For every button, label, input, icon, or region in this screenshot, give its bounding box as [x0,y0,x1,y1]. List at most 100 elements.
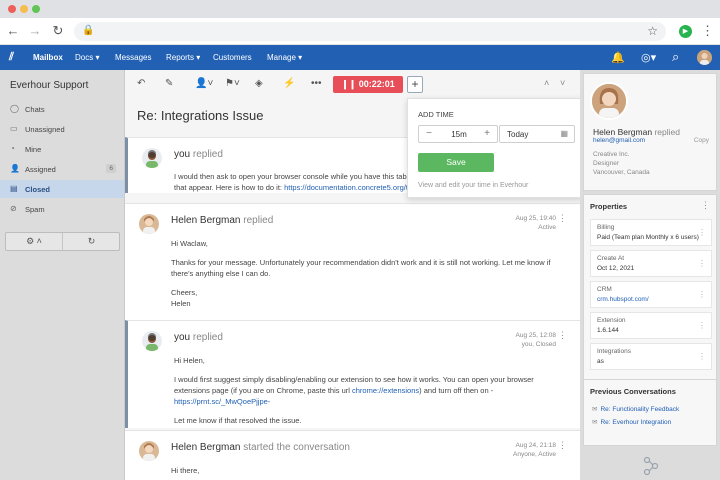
search-icon[interactable]: ⌕ [672,49,679,65]
customer-sidebar: Helen Bergman replied helen@gmail.com Co… [580,70,720,480]
nav-messages[interactable]: Messages [115,53,151,62]
property-key: Create At [597,255,625,262]
property-menu-icon[interactable]: ⋮ [698,352,706,361]
add-time-button[interactable]: + [407,76,423,93]
reload-icon[interactable]: ↻ [50,23,66,39]
sidebar-item-chats[interactable]: ◯ Chats [0,100,124,118]
message-body: Hi Helen, I would first suggest simply d… [174,356,534,425]
property-created-at[interactable]: Create At Oct 12, 2021 ⋮ [590,250,712,277]
chevron-up-icon[interactable]: ˄ [544,78,549,88]
properties-menu-icon[interactable]: ⋮ [701,200,710,211]
date-field[interactable]: Today ▦ [499,125,575,143]
chevron-down-icon[interactable]: ˅ [560,78,565,88]
property-key: Billing [597,224,615,231]
bookmark-star-icon[interactable]: ☆ [647,24,658,38]
timer-button[interactable]: ❙❙ 00:22:01 [333,76,403,93]
customer-avatar [139,441,159,461]
documentation-link[interactable]: https://documentation.concrete5.org/tuto [284,183,418,192]
message-menu-icon[interactable]: ⋮ [558,330,567,341]
screenshot-link[interactable]: https://prnt.sc/_MwQoePjjpe- [174,397,270,406]
thread-message: you replied Aug 25, 12:08 you, Closed ⋮ H… [125,320,580,428]
extensions-link[interactable]: chrome://extensions [352,386,419,395]
everhour-hint: View and edit your time in Everhour [418,182,529,189]
agent-avatar [142,331,162,351]
sidebar-item-mine[interactable]: ◔ Mine [0,140,124,158]
assign-user-icon[interactable]: 👤˅ [195,78,213,89]
previous-conversation-item[interactable]: ✉ Re: Functionality Feedback [592,405,679,413]
add-time-popover: ADD TIME − 15m + Today ▦ Save View and e… [407,98,583,198]
divider [584,379,716,380]
copy-email-button[interactable]: Copy [694,137,709,144]
chat-icon: ◯ [10,104,19,113]
status-flag-icon[interactable]: ⚑˅ [225,78,240,89]
sidebar-item-label: Unassigned [25,125,65,134]
integrations-hub-icon[interactable] [642,456,660,479]
duration-stepper[interactable]: − 15m + [418,125,498,143]
edit-icon[interactable]: ✎ [165,78,173,89]
property-billing[interactable]: Billing Paid (Team plan Monthly x 6 user… [590,219,712,246]
nav-customers[interactable]: Customers [213,53,252,62]
decrease-icon[interactable]: − [422,127,436,141]
everhour-extension-icon[interactable]: ▶ [679,25,692,38]
calendar-icon[interactable]: ▦ [560,129,568,138]
property-extension[interactable]: Extension 1.6.144 ⋮ [590,312,712,339]
property-menu-icon[interactable]: ⋮ [698,228,706,237]
tag-icon[interactable]: ◈ [255,78,263,89]
nav-reports[interactable]: Reports ▾ [166,53,200,62]
message-menu-icon[interactable]: ⋮ [558,213,567,224]
property-menu-icon[interactable]: ⋮ [698,259,706,268]
property-menu-icon[interactable]: ⋮ [698,321,706,330]
maximize-window-dot[interactable] [32,5,40,13]
sidebar-item-unassigned[interactable]: ▭ Unassigned [0,120,124,138]
contact-avatar [590,82,628,120]
sidebar-item-label: Assigned [25,165,56,174]
sidebar-item-assigned[interactable]: 👤 Assigned 6 [0,160,124,178]
forward-icon[interactable]: → [27,23,43,39]
nav-docs[interactable]: Docs ▾ [75,53,99,62]
refresh-icon[interactable]: ↻ [63,233,120,250]
address-bar[interactable]: 🔒 ☆ [74,22,666,41]
contact-location: Vancouver, Canada [593,169,650,176]
workflow-bolt-icon[interactable]: ⚡ [283,78,295,89]
sidebar-item-closed[interactable]: ▤ Closed [0,180,124,198]
popover-title: ADD TIME [418,110,454,119]
save-button[interactable]: Save [418,153,494,172]
increase-icon[interactable]: + [480,127,494,141]
previous-conversation-item[interactable]: ✉ Re: Everhour Integration [592,418,671,426]
properties-title: Properties [590,202,628,211]
previous-conversations-title: Previous Conversations [590,387,676,396]
contact-name: Helen Bergman replied [593,127,680,137]
archive-icon: ▤ [10,184,18,193]
lock-icon: 🔒 [82,25,95,36]
property-menu-icon[interactable]: ⋮ [698,290,706,299]
duration-value[interactable]: 15m [444,130,474,139]
sidebar-item-spam[interactable]: ⊘ Spam [0,200,124,218]
user-avatar[interactable] [697,50,712,65]
property-integrations[interactable]: Integrations as ⋮ [590,343,712,370]
property-crm[interactable]: CRM crm.hubspot.com/ ⋮ [590,281,712,308]
thread-message: Helen Bergman replied Aug 25, 19:40 Activ… [125,203,580,320]
contact-email[interactable]: helen@gmail.com [593,137,645,144]
notifications-bell-icon[interactable]: 🔔 [611,51,625,64]
app-logo-icon[interactable]: ⫽ [9,51,23,64]
more-actions-icon[interactable]: ••• [311,78,322,89]
property-value: 1.6.144 [597,327,619,334]
nav-mailbox[interactable]: Mailbox [33,53,63,62]
crm-link[interactable]: crm.hubspot.com/ [597,296,649,303]
message-meta: Aug 24, 21:18 Anyone, Active [513,442,556,458]
back-icon[interactable]: ← [5,23,21,39]
globe-icon[interactable]: ◎▾ [641,51,656,64]
message-body: Hi Waclaw, Thanks for your message. Unfo… [171,239,551,308]
property-key: Integrations [597,348,631,355]
sidebar-item-label: Spam [25,205,45,214]
nav-manage[interactable]: Manage ▾ [267,53,302,62]
message-menu-icon[interactable]: ⋮ [558,440,567,451]
settings-gear-icon[interactable]: ⚙ ˄ [6,233,63,250]
close-window-dot[interactable] [8,5,16,13]
browser-menu-icon[interactable]: ⋮ [701,23,714,39]
property-value: as [597,358,604,365]
browser-titlebar [0,0,720,18]
undo-icon[interactable]: ↶ [137,78,145,89]
contact-company: Creative Inc. [593,151,630,158]
minimize-window-dot[interactable] [20,5,28,13]
